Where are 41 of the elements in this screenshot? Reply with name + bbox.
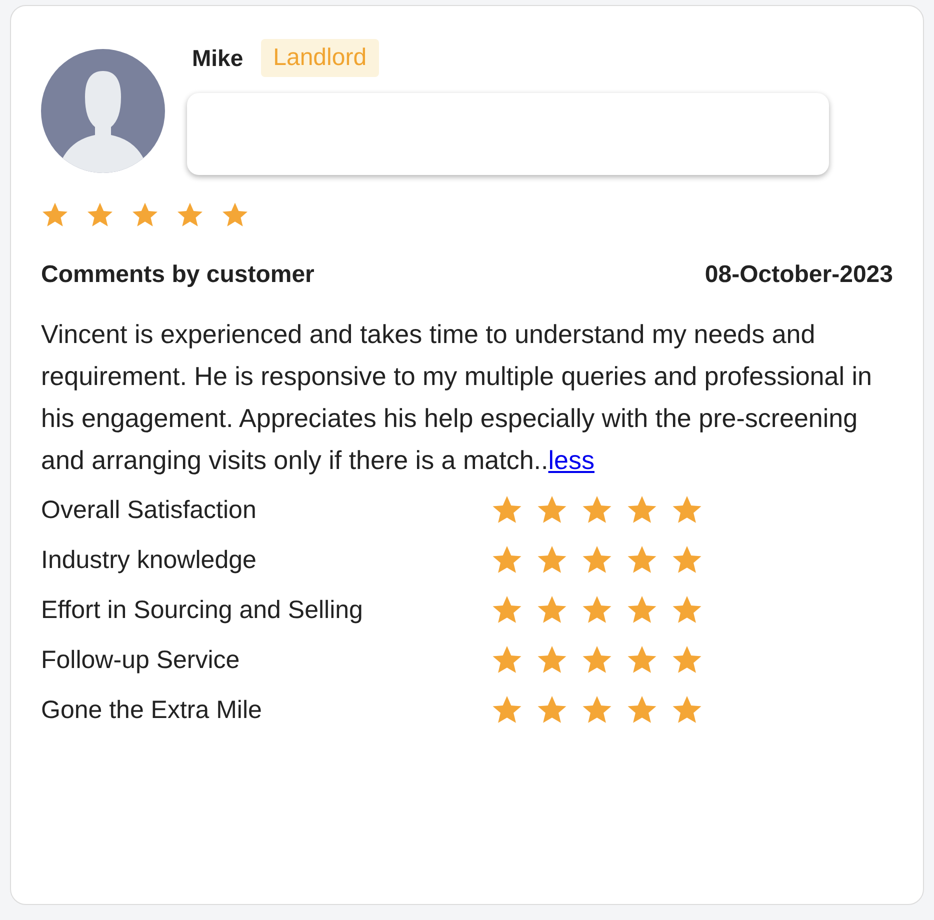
star-icon — [536, 544, 568, 576]
rating-label: Gone the Extra Mile — [41, 696, 263, 724]
star-icon — [41, 201, 69, 229]
star-icon — [131, 201, 159, 229]
review-date: 08-October-2023 — [704, 261, 893, 289]
role-badge: Landlord — [261, 39, 379, 77]
star-icon — [536, 494, 568, 526]
comment-text: Vincent is experienced and takes time to understand my needs and requirement. He is responsive to my multiple queries and professional in his engagement. Appreciates his help especially with the pre-screening and arranging visits only if there is a match..less — [41, 318, 873, 477]
reviewer-name: Mike — [192, 44, 244, 72]
star-icon — [671, 644, 703, 676]
star-icon — [581, 694, 613, 726]
rating-label: Industry knowledge — [41, 546, 258, 574]
star-icon — [491, 644, 523, 676]
rating-label: Follow-up Service — [41, 646, 241, 674]
star-icon — [491, 694, 523, 726]
star-icon — [626, 694, 658, 726]
star-icon — [536, 694, 568, 726]
star-icon — [626, 594, 658, 626]
star-icon — [86, 201, 114, 229]
star-icon — [176, 201, 204, 229]
star-icon — [671, 594, 703, 626]
rating-label: Overall Satisfaction — [41, 496, 258, 524]
star-icon — [491, 544, 523, 576]
comments-heading: Comments by customer — [41, 261, 314, 289]
star-icon — [671, 494, 703, 526]
star-icon — [581, 594, 613, 626]
star-icon — [671, 544, 703, 576]
star-icon — [626, 644, 658, 676]
star-icon — [536, 644, 568, 676]
star-icon — [626, 544, 658, 576]
star-icon — [671, 694, 703, 726]
star-icon — [626, 494, 658, 526]
star-icon — [581, 494, 613, 526]
star-icon — [581, 544, 613, 576]
star-icon — [491, 494, 523, 526]
rating-label: Effort in Sourcing and Selling — [41, 596, 364, 624]
star-icon — [581, 644, 613, 676]
star-icon — [536, 594, 568, 626]
less-link[interactable]: less — [548, 445, 594, 475]
star-icon — [221, 201, 249, 229]
star-icon — [491, 594, 523, 626]
